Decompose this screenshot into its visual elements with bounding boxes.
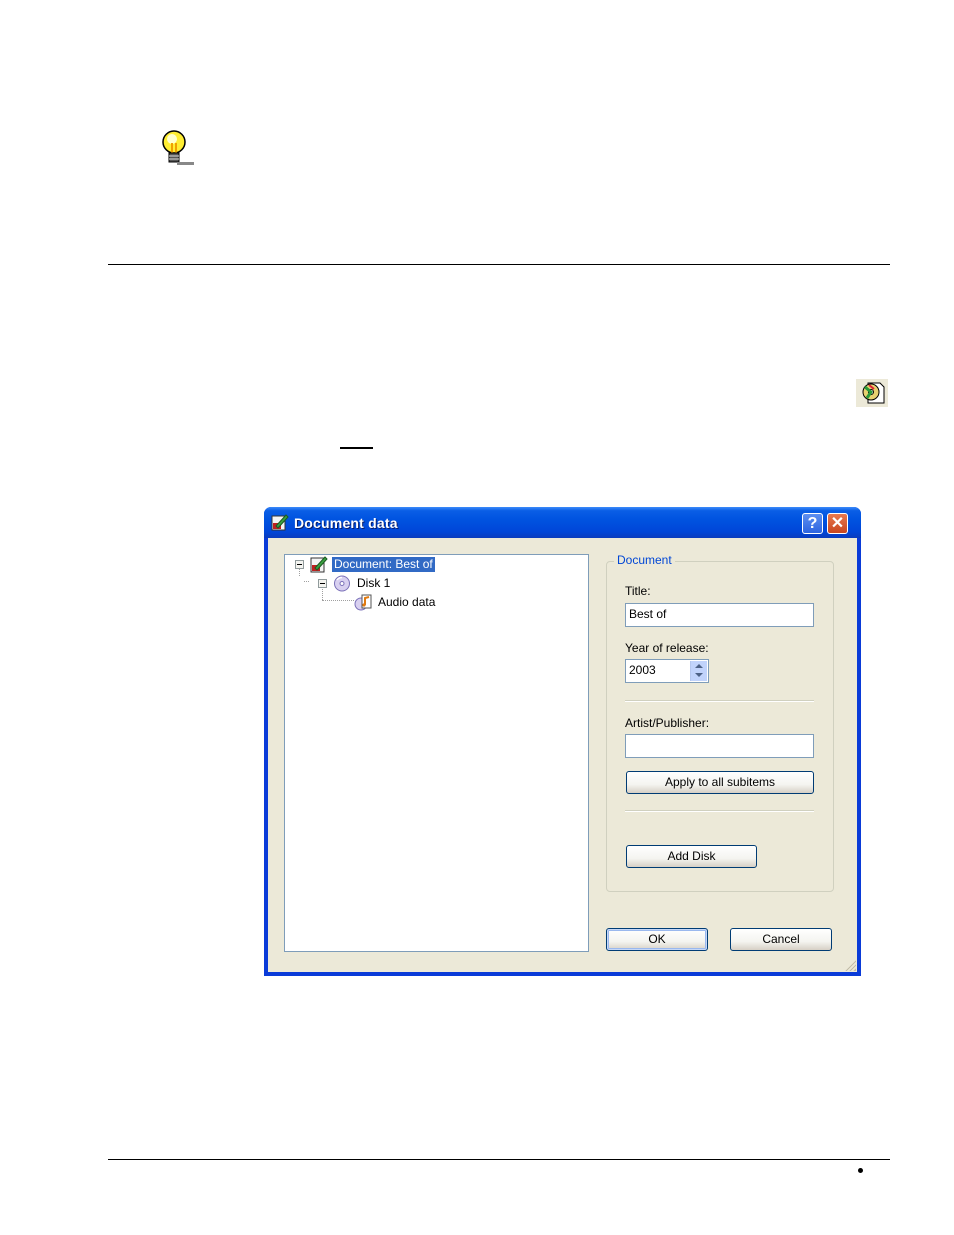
tree-item-audio[interactable]: Audio data <box>354 594 437 611</box>
audio-file-icon <box>354 594 372 611</box>
separator <box>625 810 814 812</box>
ok-button[interactable]: OK <box>606 928 708 951</box>
collapse-icon[interactable] <box>318 579 327 588</box>
tree-item-label: Disk 1 <box>357 576 391 590</box>
dialog-client-area: Document: Best of Disk 1 Audio data Docu… <box>268 538 857 972</box>
year-spinbox[interactable]: 2003 <box>625 659 709 683</box>
tree-line <box>304 581 309 582</box>
document-edit-icon <box>310 556 328 573</box>
footer-bullet <box>858 1168 863 1173</box>
dialog-title: Document data <box>294 515 398 531</box>
document-tree[interactable]: Document: Best of Disk 1 Audio data <box>284 554 589 952</box>
document-data-dialog: Document data ? ✕ Document: Best of Disk… <box>264 507 861 976</box>
tree-item-label: Audio data <box>378 595 436 609</box>
dialog-titlebar[interactable]: Document data ? ✕ <box>264 507 861 538</box>
year-spinner[interactable] <box>690 661 707 681</box>
cd-disk-icon <box>333 575 351 592</box>
document-edit-icon <box>271 513 289 531</box>
artist-input[interactable] <box>625 734 814 758</box>
lightbulb-tip-icon <box>160 129 196 169</box>
footer-rule <box>108 1159 890 1160</box>
resize-grip[interactable] <box>844 959 856 971</box>
tree-item-document[interactable]: Document: Best of <box>295 556 435 573</box>
tree-line <box>322 600 354 601</box>
title-input[interactable]: Best of <box>625 603 814 627</box>
help-button[interactable]: ? <box>802 513 823 534</box>
title-label: Title: <box>625 584 651 598</box>
horizontal-rule <box>108 264 890 265</box>
spin-down-icon[interactable] <box>695 673 703 677</box>
artist-label: Artist/Publisher: <box>625 716 710 730</box>
year-label: Year of release: <box>625 641 709 655</box>
apply-to-all-subitems-button[interactable]: Apply to all subitems <box>626 771 814 794</box>
separator <box>625 700 814 702</box>
spin-up-icon[interactable] <box>695 664 703 668</box>
close-button[interactable]: ✕ <box>827 513 848 534</box>
tree-item-disk[interactable]: Disk 1 <box>318 575 392 592</box>
underline-mark <box>340 447 373 449</box>
year-value: 2003 <box>629 663 656 677</box>
add-disk-button[interactable]: Add Disk <box>626 845 757 868</box>
document-data-toolbar-icon <box>856 379 888 407</box>
collapse-icon[interactable] <box>295 560 304 569</box>
tree-item-label: Document: Best of <box>332 557 435 572</box>
groupbox-legend: Document <box>614 553 675 567</box>
cancel-button[interactable]: Cancel <box>730 928 832 951</box>
